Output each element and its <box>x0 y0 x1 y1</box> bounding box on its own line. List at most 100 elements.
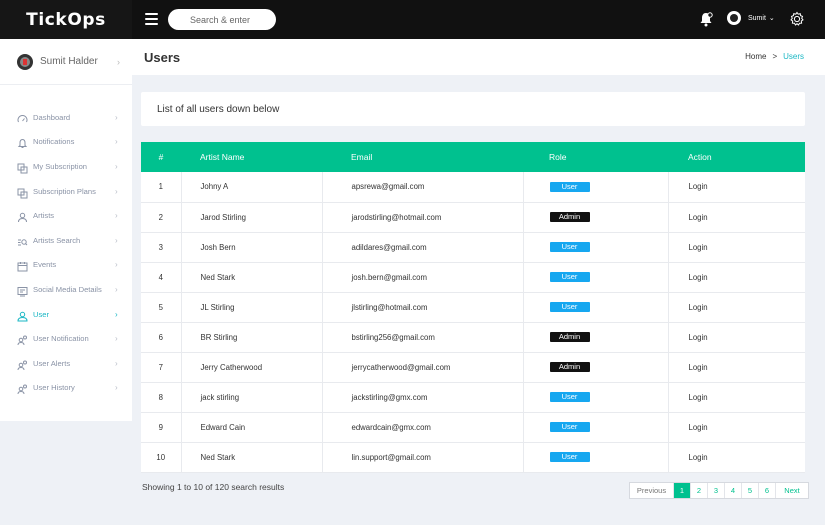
role-badge: User <box>549 272 590 282</box>
sidebar-item-my-subscription[interactable]: My Subscription › <box>0 154 132 179</box>
role-cell: User <box>522 412 668 442</box>
login-link[interactable]: Login <box>689 273 708 282</box>
users-table: # Artist Name Email Role Action 1 Johny A… <box>141 142 805 473</box>
action-cell: Login <box>667 322 805 352</box>
column-header-email[interactable]: Email <box>322 142 523 172</box>
action-cell: Login <box>667 172 805 202</box>
user-menu[interactable]: Sumit ⌄ <box>727 11 775 25</box>
login-link[interactable]: Login <box>689 213 708 222</box>
sidebar-profile[interactable]: Sumit Halder › <box>0 39 132 85</box>
artist-name: JL Stirling <box>180 292 322 322</box>
top-bar: TickOps Sumit ⌄ <box>0 0 825 39</box>
role-cell: Admin <box>522 322 668 352</box>
column-header-index[interactable]: # <box>141 142 181 172</box>
role-cell: Admin <box>522 352 668 382</box>
action-cell: Login <box>667 232 805 262</box>
row-index: 4 <box>158 272 163 282</box>
artist-name: Josh Bern <box>180 232 322 262</box>
row-index: 3 <box>158 242 163 252</box>
sidebar-item-dashboard[interactable]: Dashboard › <box>0 105 132 130</box>
role-badge: Admin <box>549 362 590 372</box>
chevron-right-icon: › <box>115 383 118 393</box>
user-icon <box>17 309 28 322</box>
row-index: 6 <box>158 332 163 342</box>
email: jackstirling@gmx.com <box>321 382 523 412</box>
login-link[interactable]: Login <box>689 363 708 372</box>
row-index: 8 <box>158 392 163 402</box>
action-cell: Login <box>667 292 805 322</box>
chevron-right-icon: › <box>115 235 118 245</box>
column-header-artist-name[interactable]: Artist Name <box>181 142 322 172</box>
login-link[interactable]: Login <box>689 453 708 462</box>
pagination-next[interactable]: Next <box>776 483 808 498</box>
profile-avatar <box>17 53 33 70</box>
login-link[interactable]: Login <box>689 303 708 312</box>
pagination-page-1[interactable]: 1 <box>674 483 691 498</box>
gear-icon[interactable] <box>789 11 805 27</box>
role-badge: User <box>549 452 590 462</box>
email: edwardcain@gmx.com <box>321 412 523 442</box>
logo-area[interactable]: TickOps <box>0 0 132 39</box>
menu-toggle-icon[interactable] <box>145 13 158 25</box>
table-header-row: # Artist Name Email Role Action <box>141 142 805 172</box>
table-row: 9 Edward Cain edwardcain@gmx.com User Login <box>141 412 805 442</box>
login-link[interactable]: Login <box>689 243 708 252</box>
notification-bell-icon[interactable] <box>699 12 713 27</box>
pagination-page-5[interactable]: 5 <box>742 483 759 498</box>
email: josh.bern@gmail.com <box>321 262 523 292</box>
pagination: Previous 1 2 3 4 5 6 Next <box>629 482 809 499</box>
sidebar-item-label: User <box>33 309 50 319</box>
sidebar-item-label: User History <box>33 383 75 393</box>
artist-name: Ned Stark <box>180 442 322 472</box>
sidebar-item-events[interactable]: Events › <box>0 253 132 278</box>
role-cell: User <box>522 262 668 292</box>
sidebar-item-label: User Alerts <box>33 358 71 368</box>
pagination-previous[interactable]: Previous <box>630 483 674 498</box>
breadcrumb-home[interactable]: Home <box>745 52 766 61</box>
chevron-right-icon: › <box>115 334 118 344</box>
artist-name: Jarod Stirling <box>180 202 322 232</box>
role-cell: Admin <box>522 202 668 232</box>
sidebar-item-user[interactable]: User › <box>0 302 132 327</box>
sidebar-item-notifications[interactable]: Notifications › <box>0 130 132 155</box>
artist-name: jack stirling <box>180 382 322 412</box>
column-header-action[interactable]: Action <box>668 142 805 172</box>
row-index: 5 <box>158 302 163 312</box>
role-badge: User <box>549 422 590 432</box>
action-cell: Login <box>667 202 805 232</box>
app-logo[interactable]: TickOps <box>26 10 106 30</box>
sidebar-item-user-history[interactable]: User History › <box>0 376 132 401</box>
sidebar-item-user-notification[interactable]: User Notification › <box>0 326 132 351</box>
pagination-page-6[interactable]: 6 <box>759 483 776 498</box>
sidebar-item-label: User Notification <box>33 334 89 344</box>
table-row: 3 Josh Bern adildares@gmail.com User Login <box>141 232 805 262</box>
login-link[interactable]: Login <box>689 182 708 191</box>
email: jarodstirling@hotmail.com <box>321 202 523 232</box>
calendar-icon <box>17 259 28 272</box>
social-icon <box>17 284 28 297</box>
artist-name: BR Stirling <box>180 322 322 352</box>
role-cell: User <box>522 382 668 412</box>
pagination-page-3[interactable]: 3 <box>708 483 725 498</box>
row-index: 9 <box>158 422 163 432</box>
email: lin.support@gmail.com <box>321 442 523 472</box>
row-index: 1 <box>158 182 163 192</box>
column-header-role[interactable]: Role <box>523 142 668 172</box>
search-input[interactable] <box>168 9 276 30</box>
pagination-page-4[interactable]: 4 <box>725 483 742 498</box>
sidebar-item-label: Social Media Details <box>33 284 102 294</box>
role-cell: User <box>522 172 668 202</box>
sidebar-item-subscription-plans[interactable]: Subscription Plans › <box>0 179 132 204</box>
sidebar-item-artists-search[interactable]: Artists Search › <box>0 228 132 253</box>
login-link[interactable]: Login <box>689 423 708 432</box>
results-summary: Showing 1 to 10 of 120 search results <box>142 482 285 492</box>
chevron-right-icon: › <box>115 161 118 171</box>
pagination-page-2[interactable]: 2 <box>691 483 708 498</box>
login-link[interactable]: Login <box>689 333 708 342</box>
artist-name: Johny A <box>180 172 322 202</box>
sidebar-item-artists[interactable]: Artists › <box>0 203 132 228</box>
sidebar-item-user-alerts[interactable]: User Alerts › <box>0 351 132 376</box>
login-link[interactable]: Login <box>689 393 708 402</box>
users-icon <box>17 382 28 395</box>
sidebar-item-social-media-details[interactable]: Social Media Details › <box>0 277 132 302</box>
